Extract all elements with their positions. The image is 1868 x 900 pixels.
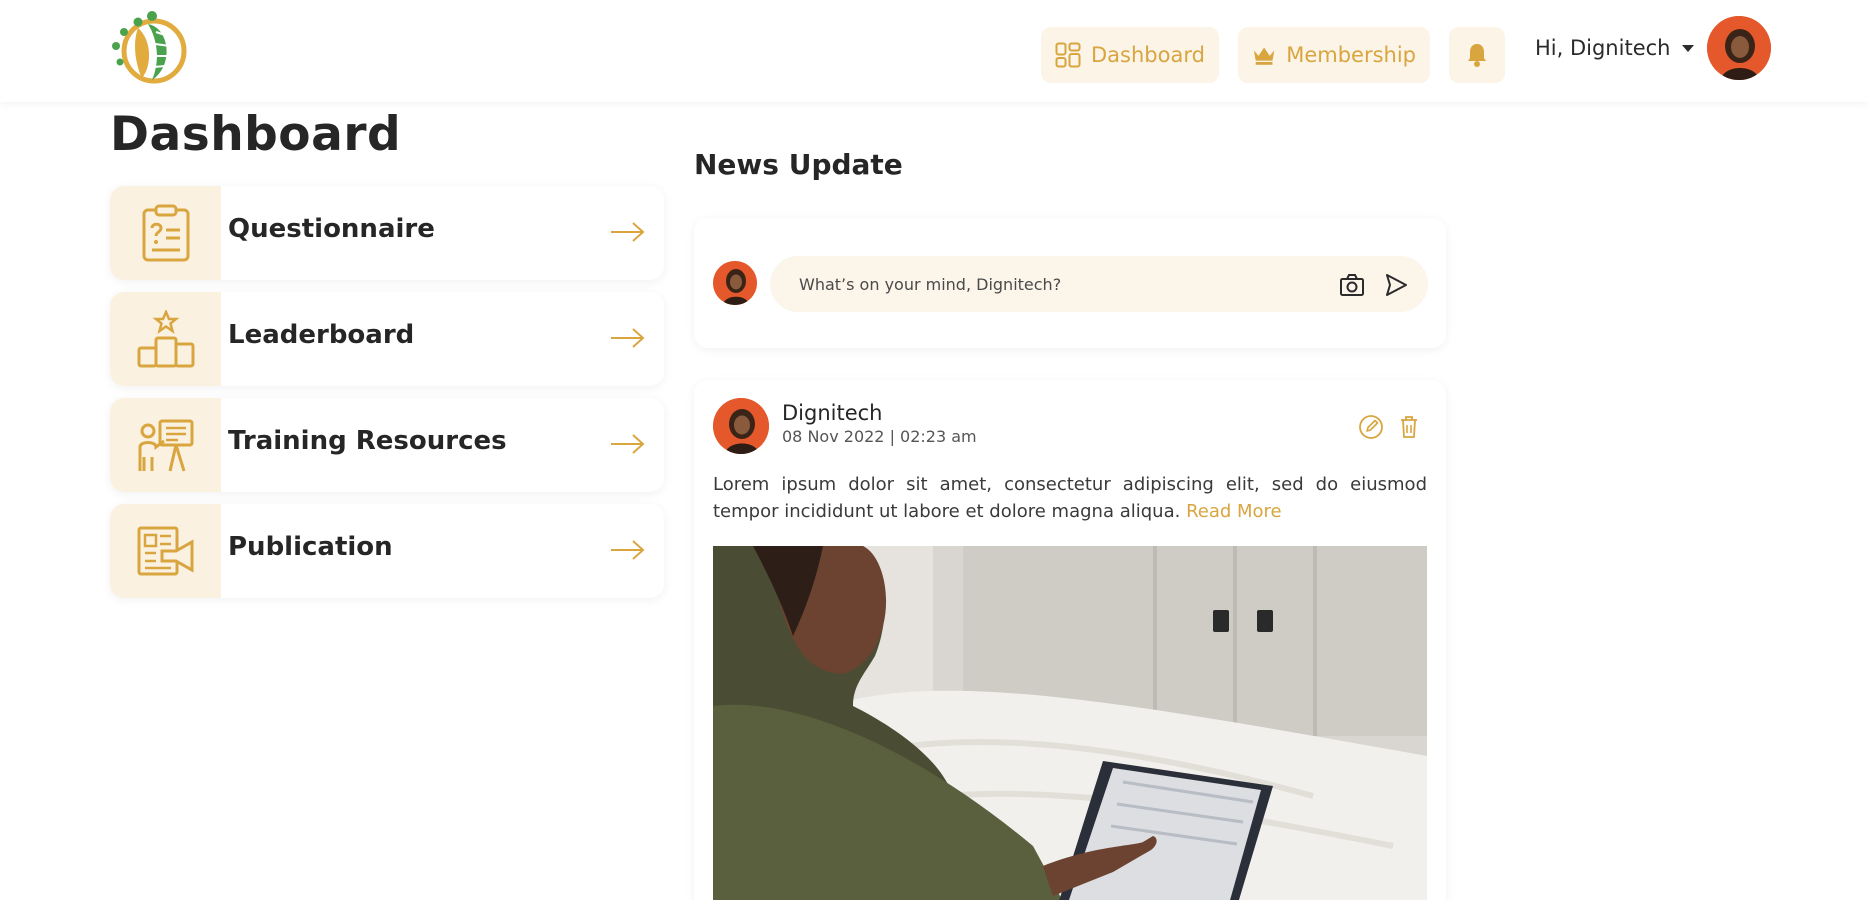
nav-membership-button[interactable]: Membership — [1238, 27, 1430, 83]
composer-input[interactable] — [770, 256, 1428, 312]
notifications-button[interactable] — [1449, 27, 1505, 83]
read-more-link[interactable]: Read More — [1186, 501, 1282, 522]
arrow-right-icon — [611, 222, 645, 242]
arrow-right-icon — [611, 328, 645, 348]
page-title: Dashboard — [110, 107, 402, 162]
menu-card-label: Leaderboard — [228, 320, 415, 350]
user-avatar[interactable] — [1707, 16, 1771, 80]
top-navbar: Dashboard Membership Hi, Dignitech — [0, 0, 1868, 102]
chevron-down-icon — [1682, 44, 1695, 52]
post-body-text: Lorem ipsum dolor sit amet, consectetur … — [713, 474, 1427, 522]
clipboard-question-icon — [110, 186, 221, 280]
post-composer — [694, 218, 1446, 348]
post-timestamp: 08 Nov 2022 | 02:23 am — [782, 427, 977, 446]
arrow-right-icon — [611, 434, 645, 454]
crown-icon — [1253, 47, 1275, 65]
menu-card-training-resources[interactable]: Training Resources — [110, 398, 664, 492]
news-section-title: News Update — [694, 148, 903, 181]
presenter-board-icon — [110, 398, 221, 492]
brand-logo[interactable] — [108, 10, 198, 86]
post-author-avatar[interactable] — [713, 398, 769, 454]
bell-icon — [1468, 44, 1486, 67]
nav-dashboard-label: Dashboard — [1091, 43, 1205, 67]
post-image[interactable] — [713, 546, 1427, 900]
nav-membership-label: Membership — [1286, 43, 1416, 67]
trash-icon[interactable] — [1396, 414, 1422, 440]
menu-card-leaderboard[interactable]: Leaderboard — [110, 292, 664, 386]
menu-card-publication[interactable]: Publication — [110, 504, 664, 598]
news-post-card: Dignitech 08 Nov 2022 | 02:23 am Lorem i… — [694, 380, 1446, 900]
newspaper-megaphone-icon — [110, 504, 221, 598]
user-menu-dropdown[interactable]: Hi, Dignitech — [1535, 33, 1695, 63]
menu-card-label: Publication — [228, 532, 393, 562]
post-body: Lorem ipsum dolor sit amet, consectetur … — [713, 471, 1427, 525]
user-greeting: Hi, Dignitech — [1535, 36, 1671, 60]
composer-avatar — [713, 261, 757, 305]
send-icon[interactable] — [1382, 272, 1410, 298]
post-author-name[interactable]: Dignitech — [782, 401, 883, 425]
menu-card-label: Questionnaire — [228, 214, 435, 244]
grid-icon — [1055, 42, 1081, 68]
menu-card-questionnaire[interactable]: Questionnaire — [110, 186, 664, 280]
nav-dashboard-button[interactable]: Dashboard — [1041, 27, 1219, 83]
podium-star-icon — [110, 292, 221, 386]
menu-card-label: Training Resources — [228, 426, 507, 456]
edit-icon[interactable] — [1358, 414, 1384, 440]
arrow-right-icon — [611, 540, 645, 560]
camera-icon[interactable] — [1338, 272, 1366, 298]
